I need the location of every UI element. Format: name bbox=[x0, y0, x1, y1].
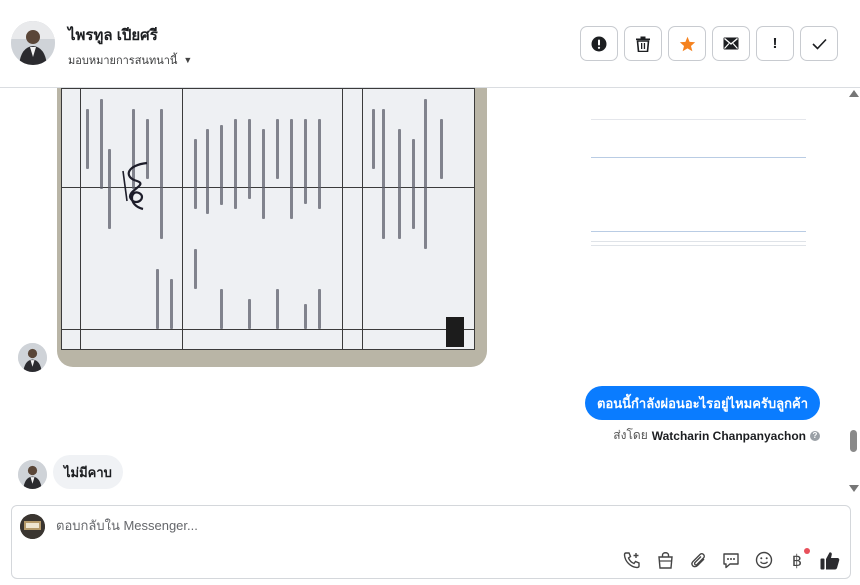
baht-icon[interactable]: ฿ bbox=[787, 548, 810, 570]
caret-down-icon: ▼ bbox=[183, 55, 193, 65]
assign-conversation-dropdown[interactable]: มอบหมายการสนทนานี้ ▼ bbox=[68, 51, 192, 69]
scroll-up-arrow-icon[interactable] bbox=[849, 90, 859, 97]
conversation-toolbar: ! bbox=[580, 26, 838, 61]
conversation-header: ไพรทูล เปียศรี มอบหมายการสนทนานี้ ▼ ! bbox=[0, 0, 860, 88]
notification-dot bbox=[804, 548, 810, 554]
signature-mark bbox=[122, 161, 148, 211]
exclamation-icon: ! bbox=[772, 35, 778, 52]
incoming-message[interactable]: ไม่มีคาบ bbox=[53, 455, 123, 489]
contact-avatar-small[interactable] bbox=[18, 343, 47, 372]
outgoing-message[interactable]: ตอนนี้กำลังผ่อนอะไรอยู่ไหมครับลูกค้า bbox=[585, 386, 820, 420]
page-avatar bbox=[20, 514, 45, 539]
sent-by-line: ส่งโดย Watcharin Chanpanyachon ? bbox=[613, 426, 820, 445]
document-photo bbox=[61, 88, 475, 350]
reply-composer: ฿ bbox=[11, 505, 851, 579]
reply-input[interactable] bbox=[56, 518, 616, 533]
contact-avatar-small[interactable] bbox=[18, 460, 47, 489]
envelope-icon bbox=[723, 37, 739, 50]
chat-icon[interactable] bbox=[721, 550, 741, 570]
trash-icon bbox=[636, 36, 650, 52]
phone-plus-icon[interactable] bbox=[622, 550, 642, 570]
composer-actions: ฿ bbox=[622, 548, 840, 570]
sent-by-prefix: ส่งโดย bbox=[613, 428, 648, 442]
shopping-bag-icon[interactable] bbox=[655, 550, 675, 570]
star-button[interactable] bbox=[668, 26, 706, 61]
thumbs-up-icon[interactable] bbox=[820, 550, 840, 570]
report-button[interactable] bbox=[580, 26, 618, 61]
mark-done-button[interactable] bbox=[800, 26, 838, 61]
contact-avatar[interactable] bbox=[11, 21, 55, 65]
help-icon[interactable]: ? bbox=[810, 430, 820, 441]
checkmark-icon bbox=[811, 38, 827, 50]
delete-button[interactable] bbox=[624, 26, 662, 61]
mark-unread-button[interactable] bbox=[712, 26, 750, 61]
link-preview bbox=[591, 118, 806, 248]
contact-name[interactable]: ไพรทูล เปียศรี bbox=[68, 23, 158, 47]
assign-conversation-label: มอบหมายการสนทนานี้ bbox=[68, 55, 178, 67]
scroll-down-arrow-icon[interactable] bbox=[849, 485, 859, 492]
follow-up-button[interactable]: ! bbox=[756, 26, 794, 61]
image-attachment[interactable] bbox=[57, 88, 487, 367]
paperclip-icon[interactable] bbox=[688, 550, 708, 570]
message-thread: ตอนนี้กำลังผ่อนอะไรอยู่ไหมครับลูกค้า ส่ง… bbox=[0, 88, 860, 498]
star-icon bbox=[679, 36, 695, 51]
scroll-thumb[interactable] bbox=[850, 430, 857, 452]
sender-name[interactable]: Watcharin Chanpanyachon bbox=[652, 429, 806, 443]
alert-circle-icon bbox=[591, 36, 607, 51]
thread-scrollbar[interactable] bbox=[848, 88, 860, 498]
emoji-icon[interactable] bbox=[754, 550, 774, 570]
